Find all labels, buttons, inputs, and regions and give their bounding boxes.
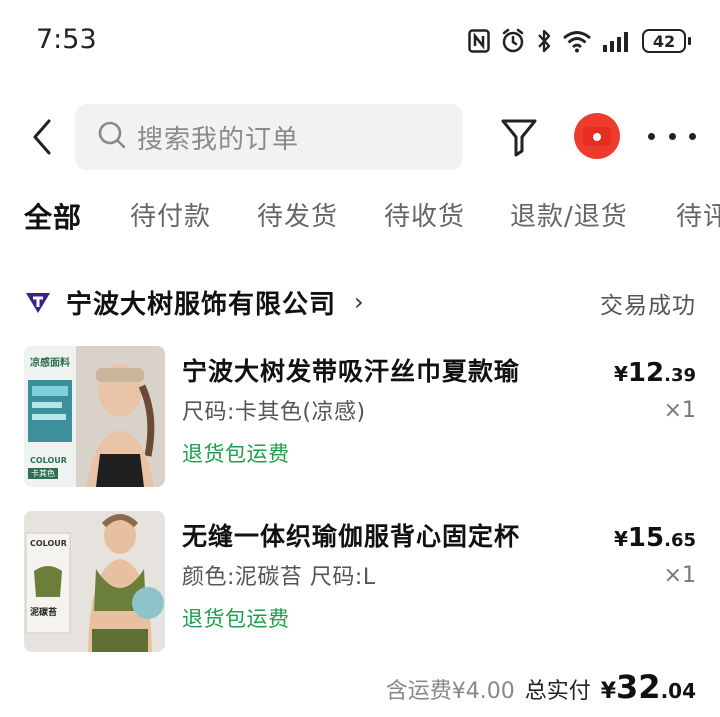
total-integer: 32 xyxy=(616,668,661,706)
price-decimal: .39 xyxy=(664,365,696,386)
total-paid-label: 总实付 xyxy=(524,679,591,704)
chevron-right-icon: › xyxy=(354,288,364,316)
search-icon xyxy=(97,120,127,154)
tab-pending-receipt[interactable]: 待收货 xyxy=(384,196,465,233)
back-button[interactable] xyxy=(24,114,60,160)
product-title[interactable]: 无缝一体织瑜伽服背心固定杯 xyxy=(182,517,520,553)
shop-name[interactable]: 宁波大树服饰有限公司 xyxy=(66,284,336,321)
tab-pending-review[interactable]: 待评 xyxy=(676,196,720,233)
search-input[interactable]: 搜索我的订单 xyxy=(75,104,463,170)
filter-button[interactable] xyxy=(498,114,540,160)
battery-level: 42 xyxy=(652,31,676,51)
red-packet-icon xyxy=(583,127,611,146)
tab-refund-return[interactable]: 退款/退货 xyxy=(510,196,628,233)
status-bar: 7:53 42 xyxy=(0,0,720,84)
more-dot-icon xyxy=(689,132,696,140)
more-dot-icon xyxy=(668,132,676,140)
total-paid-amount: ¥32.04 xyxy=(601,668,696,706)
status-time: 7:53 xyxy=(36,24,97,55)
order-item[interactable]: COLOUR 泥碳苔 无缝一体织瑜伽服背心固定杯 颜色:泥碳苔 尺码:L 退货包… xyxy=(0,511,720,653)
thumb-color-name: 卡其色 xyxy=(28,468,58,479)
shop-row[interactable]: 宁波大树服饰有限公司 › 交易成功 xyxy=(0,282,720,324)
shop-logo-icon xyxy=(24,288,52,316)
tab-all[interactable]: 全部 xyxy=(24,196,82,236)
filter-icon xyxy=(501,119,537,157)
product-spec: 尺码:卡其色(凉感) xyxy=(182,400,366,425)
chevron-left-icon xyxy=(33,119,51,155)
price-integer: 15 xyxy=(627,523,665,553)
red-packet-button[interactable] xyxy=(574,113,620,159)
tab-pending-shipment[interactable]: 待发货 xyxy=(257,196,338,233)
tab-pending-payment[interactable]: 待付款 xyxy=(130,196,211,233)
price-symbol: ¥ xyxy=(614,527,628,551)
thumb-label-top: 凉感面料 xyxy=(30,358,70,369)
product-thumbnail[interactable]: COLOUR 泥碳苔 xyxy=(24,511,165,652)
alarm-icon xyxy=(500,28,526,54)
product-price: ¥15.65 xyxy=(614,523,696,553)
thumb-label-bottom: COLOUR xyxy=(30,456,67,465)
return-shipping-badge: 退货包运费 xyxy=(182,607,290,631)
total-decimal: .04 xyxy=(660,679,696,703)
product-title[interactable]: 宁波大树发带吸汗丝巾夏款瑜 xyxy=(182,352,520,388)
order-tabs: 全部 待付款 待发货 待收货 退款/退货 待评 xyxy=(0,196,720,244)
order-item[interactable]: 凉感面料 COLOUR 卡其色 宁波大树发带吸汗丝巾夏款瑜 尺码:卡其色(凉感)… xyxy=(0,346,720,488)
nfc-icon xyxy=(468,29,490,53)
order-total-row: 含运费¥4.00 总实付 ¥32.04 xyxy=(386,668,696,712)
product-thumbnail[interactable]: 凉感面料 COLOUR 卡其色 xyxy=(24,346,165,487)
price-symbol: ¥ xyxy=(614,362,628,386)
bluetooth-icon xyxy=(536,28,552,54)
product-price: ¥12.39 xyxy=(614,358,696,388)
search-header: 搜索我的订单 xyxy=(0,100,720,174)
status-icons: 42 xyxy=(468,26,691,56)
search-placeholder: 搜索我的订单 xyxy=(137,124,300,155)
more-button[interactable] xyxy=(648,122,696,150)
battery-icon: 42 xyxy=(642,29,691,53)
thumb-color-name: 泥碳苔 xyxy=(30,608,58,618)
shipping-fee: 含运费¥4.00 xyxy=(385,679,515,704)
more-dot-icon xyxy=(648,132,655,140)
product-quantity: ×1 xyxy=(663,398,696,423)
wifi-icon xyxy=(562,29,592,53)
total-symbol: ¥ xyxy=(600,679,617,704)
price-decimal: .65 xyxy=(664,530,696,551)
order-status: 交易成功 xyxy=(600,293,696,319)
price-integer: 12 xyxy=(627,358,665,388)
signal-icon xyxy=(602,29,632,53)
product-spec: 颜色:泥碳苔 尺码:L xyxy=(182,565,376,590)
product-quantity: ×1 xyxy=(663,563,696,588)
thumb-label-top: COLOUR xyxy=(30,539,67,548)
return-shipping-badge: 退货包运费 xyxy=(182,442,290,466)
